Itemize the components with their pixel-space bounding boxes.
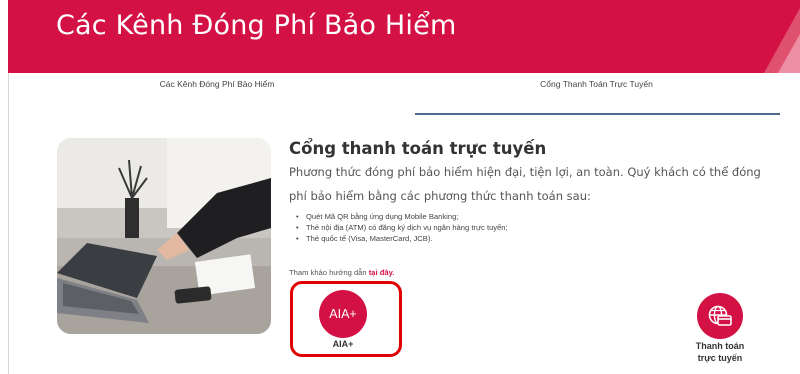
list-item: Quét Mã QR bằng ứng dụng Mobile Banking; [296,211,508,222]
online-payment-label[interactable]: Thanh toán trực tuyến [676,340,764,364]
content-left-border [8,73,9,374]
aia-plus-button[interactable]: AIA+ [319,290,367,338]
active-tab-indicator [415,113,780,115]
aia-plus-label[interactable]: AIA+ [319,339,367,349]
guide-text: Tham khảo hướng dẫn tại đây. [289,268,394,277]
tab-payment-channels[interactable]: Các Kênh Đóng Phí Bảo Hiểm [117,79,317,89]
tab-online-payment-gateway[interactable]: Cổng Thanh Toán Trực Tuyến [414,79,779,109]
online-payment-label-line1: Thanh toán [695,341,745,351]
banner-decoration [764,8,800,73]
list-item: Thẻ nội địa (ATM) có đăng ký dịch vụ ngâ… [296,222,508,233]
laptop-photo-illustration [57,138,271,334]
online-payment-label-line2: trực tuyến [697,353,743,363]
online-payment-button[interactable] [697,293,743,339]
aia-plus-logo-icon: AIA+ [329,307,357,321]
guide-prefix: Tham khảo hướng dẫn [289,268,369,277]
page-banner: Các Kênh Đóng Phí Bảo Hiểm [8,0,800,73]
section-description: Phương thức đóng phí bảo hiểm hiện đại, … [289,165,761,203]
payment-methods-list: Quét Mã QR bằng ứng dụng Mobile Banking;… [296,211,508,244]
list-item: Thẻ quốc tế (Visa, MasterCard, JCB). [296,233,508,244]
section-title: Cổng thanh toán trực tuyến [289,139,547,158]
tab-bar: Các Kênh Đóng Phí Bảo Hiểm Cổng Thanh To… [9,73,800,115]
guide-link[interactable]: tại đây. [369,268,395,277]
globe-card-icon [708,305,732,326]
page-title: Các Kênh Đóng Phí Bảo Hiểm [56,10,457,41]
laptop-photo [57,138,271,334]
